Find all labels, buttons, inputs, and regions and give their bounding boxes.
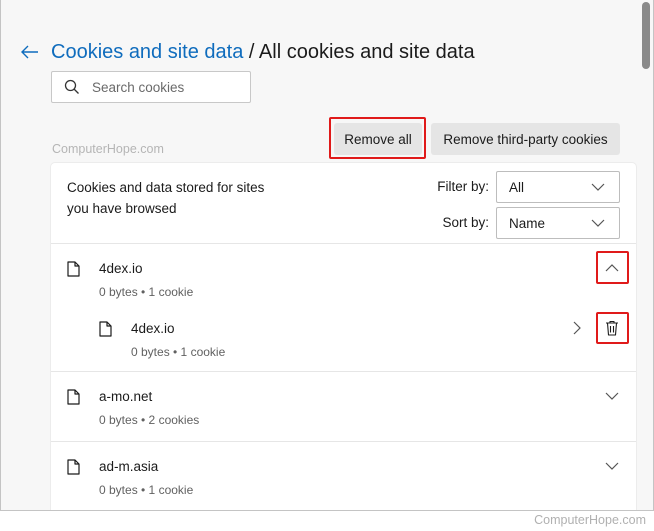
sort-dropdown[interactable]: Name [496, 207, 620, 239]
chevron-up-icon [605, 264, 619, 272]
breadcrumb-separator: / [243, 40, 259, 63]
breadcrumb-current: All cookies and site data [258, 40, 475, 63]
collapse-button[interactable] [597, 253, 627, 283]
scrollbar-thumb[interactable] [642, 2, 650, 69]
expand-button[interactable] [597, 381, 627, 411]
page-title: Cookies and site data / All cookies and … [51, 41, 475, 64]
expand-button[interactable] [597, 451, 627, 481]
filter-value: All [509, 179, 525, 195]
remove-third-party-cookies-button[interactable]: Remove third-party cookies [431, 123, 620, 155]
filter-label: Filter by: [437, 179, 489, 194]
file-icon [67, 459, 80, 475]
site-item: ad-m.asia 0 bytes • 1 cookie [51, 442, 636, 510]
site-row[interactable]: a-mo.net 0 bytes • 2 cookies [51, 372, 636, 441]
view-cookie-details-button[interactable] [562, 313, 592, 343]
remove-all-button[interactable]: Remove all [334, 123, 422, 155]
arrow-left-icon [21, 45, 38, 59]
search-box[interactable] [51, 71, 251, 103]
sort-value: Name [509, 215, 546, 231]
trash-icon [606, 320, 618, 336]
chevron-down-icon [591, 219, 605, 227]
file-icon [67, 261, 80, 277]
delete-cookie-button[interactable] [597, 313, 627, 343]
site-name: a-mo.net [99, 389, 153, 404]
chevron-right-icon [573, 321, 581, 335]
search-icon [52, 79, 92, 95]
cookie-name: 4dex.io [131, 321, 175, 336]
watermark: ComputerHope.com [52, 142, 164, 156]
site-name: 4dex.io [99, 261, 143, 276]
chevron-down-icon [591, 183, 605, 191]
site-meta: 0 bytes • 2 cookies [99, 413, 200, 427]
site-name: ad-m.asia [99, 459, 159, 474]
file-icon [67, 389, 80, 405]
breadcrumb-cookies-and-site-data[interactable]: Cookies and site data [51, 41, 243, 63]
cookie-child-row[interactable]: 4dex.io 0 bytes • 1 cookie [51, 312, 636, 372]
chevron-down-icon [605, 392, 619, 400]
site-row[interactable]: ad-m.asia 0 bytes • 1 cookie [51, 442, 636, 510]
site-item: a-mo.net 0 bytes • 2 cookies [51, 372, 636, 442]
site-meta: 0 bytes • 1 cookie [99, 483, 194, 497]
chevron-down-icon [605, 462, 619, 470]
site-row[interactable]: 4dex.io 0 bytes • 1 cookie [51, 244, 636, 313]
sort-label: Sort by: [442, 215, 489, 230]
cookie-meta: 0 bytes • 1 cookie [131, 345, 226, 359]
filter-dropdown[interactable]: All [496, 171, 620, 203]
file-icon [99, 321, 112, 337]
settings-page: Cookies and site data / All cookies and … [0, 0, 654, 511]
panel-header: Cookies and data stored for sites you ha… [51, 163, 636, 244]
back-button[interactable] [19, 40, 41, 64]
panel-description: Cookies and data stored for sites you ha… [67, 180, 265, 216]
page-header: Cookies and site data / All cookies and … [19, 40, 475, 64]
site-meta: 0 bytes • 1 cookie [99, 285, 194, 299]
cookies-panel: Cookies and data stored for sites you ha… [51, 163, 636, 510]
scrollbar-track[interactable] [638, 0, 652, 510]
watermark-footer: ComputerHope.com [534, 513, 646, 527]
search-input[interactable] [92, 79, 242, 95]
site-item: 4dex.io 0 bytes • 1 cookie 4dex.io 0 byt… [51, 244, 636, 372]
